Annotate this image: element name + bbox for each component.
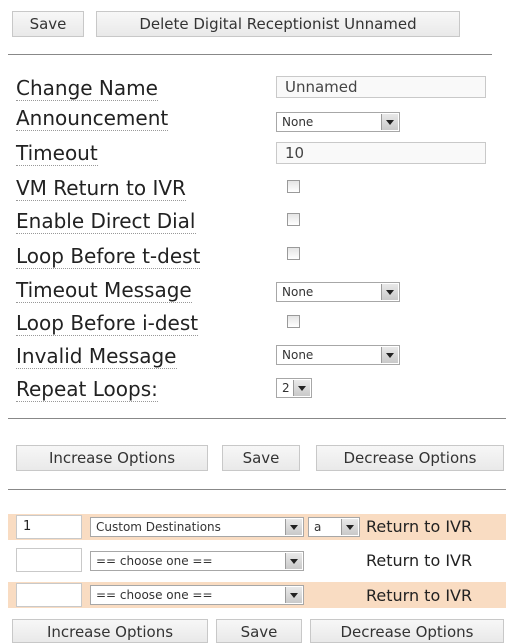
save-button[interactable]: Save (12, 11, 84, 37)
invalid-message-select[interactable]: None (276, 345, 400, 365)
chevron-down-icon (381, 114, 398, 130)
destination-select-value: Custom Destinations (96, 520, 221, 534)
increase-options-button[interactable]: Increase Options (12, 619, 208, 643)
option-digit-input[interactable]: 1 (16, 515, 82, 539)
chevron-down-icon (341, 519, 358, 535)
timeout-label: Timeout (16, 141, 98, 166)
vm-return-checkbox[interactable] (287, 180, 300, 193)
divider (8, 54, 492, 55)
option-digit-input[interactable] (16, 583, 82, 607)
increase-options-button[interactable]: Increase Options (16, 445, 208, 471)
option-digit-input[interactable] (16, 548, 82, 572)
loop-before-tdest-label: Loop Before t-dest (16, 244, 201, 269)
chevron-down-icon (293, 380, 310, 396)
delete-receptionist-button[interactable]: Delete Digital Receptionist Unnamed (96, 11, 460, 37)
destination-select-value: == choose one == (96, 588, 213, 602)
chevron-down-icon (285, 519, 302, 535)
divider (8, 418, 506, 419)
decrease-options-button[interactable]: Decrease Options (310, 619, 504, 643)
invalid-message-label: Invalid Message (16, 344, 177, 369)
destination-sub-select[interactable]: a (308, 517, 360, 537)
save-button[interactable]: Save (222, 445, 300, 471)
decrease-options-button[interactable]: Decrease Options (316, 445, 504, 471)
timeout-input[interactable]: 10 (276, 142, 486, 164)
announcement-select[interactable]: None (276, 112, 400, 132)
return-to-ivr-label: Return to IVR (366, 551, 473, 570)
change-name-label: Change Name (16, 76, 158, 101)
timeout-message-select-value: None (282, 285, 314, 299)
loop-before-idest-label: Loop Before i-dest (16, 311, 199, 336)
destination-select[interactable]: Custom Destinations (90, 517, 304, 537)
enable-direct-dial-checkbox[interactable] (287, 213, 300, 226)
loop-before-tdest-checkbox[interactable] (287, 247, 300, 260)
invalid-message-select-value: None (282, 348, 314, 362)
announcement-select-value: None (282, 115, 314, 129)
destination-select[interactable]: == choose one == (90, 551, 304, 571)
repeat-loops-label: Repeat Loops: (16, 377, 158, 402)
chevron-down-icon (381, 284, 398, 300)
return-to-ivr-label: Return to IVR (366, 586, 473, 605)
loop-before-idest-checkbox[interactable] (287, 315, 300, 328)
save-button[interactable]: Save (216, 619, 302, 643)
destination-select-value: == choose one == (96, 554, 213, 568)
repeat-loops-select-value: 2 (282, 381, 290, 395)
announcement-label: Announcement (16, 106, 169, 131)
destination-sub-select-value: a (314, 520, 322, 534)
divider (8, 489, 506, 490)
return-to-ivr-label: Return to IVR (366, 517, 473, 536)
vm-return-label: VM Return to IVR (16, 176, 186, 201)
chevron-down-icon (381, 347, 398, 363)
chevron-down-icon (285, 553, 302, 569)
repeat-loops-select[interactable]: 2 (276, 378, 312, 398)
change-name-input[interactable]: Unnamed (276, 76, 486, 98)
timeout-message-select[interactable]: None (276, 282, 400, 302)
timeout-message-label: Timeout Message (16, 278, 192, 303)
chevron-down-icon (285, 587, 302, 603)
destination-select[interactable]: == choose one == (90, 585, 304, 605)
enable-direct-dial-label: Enable Direct Dial (16, 209, 196, 234)
